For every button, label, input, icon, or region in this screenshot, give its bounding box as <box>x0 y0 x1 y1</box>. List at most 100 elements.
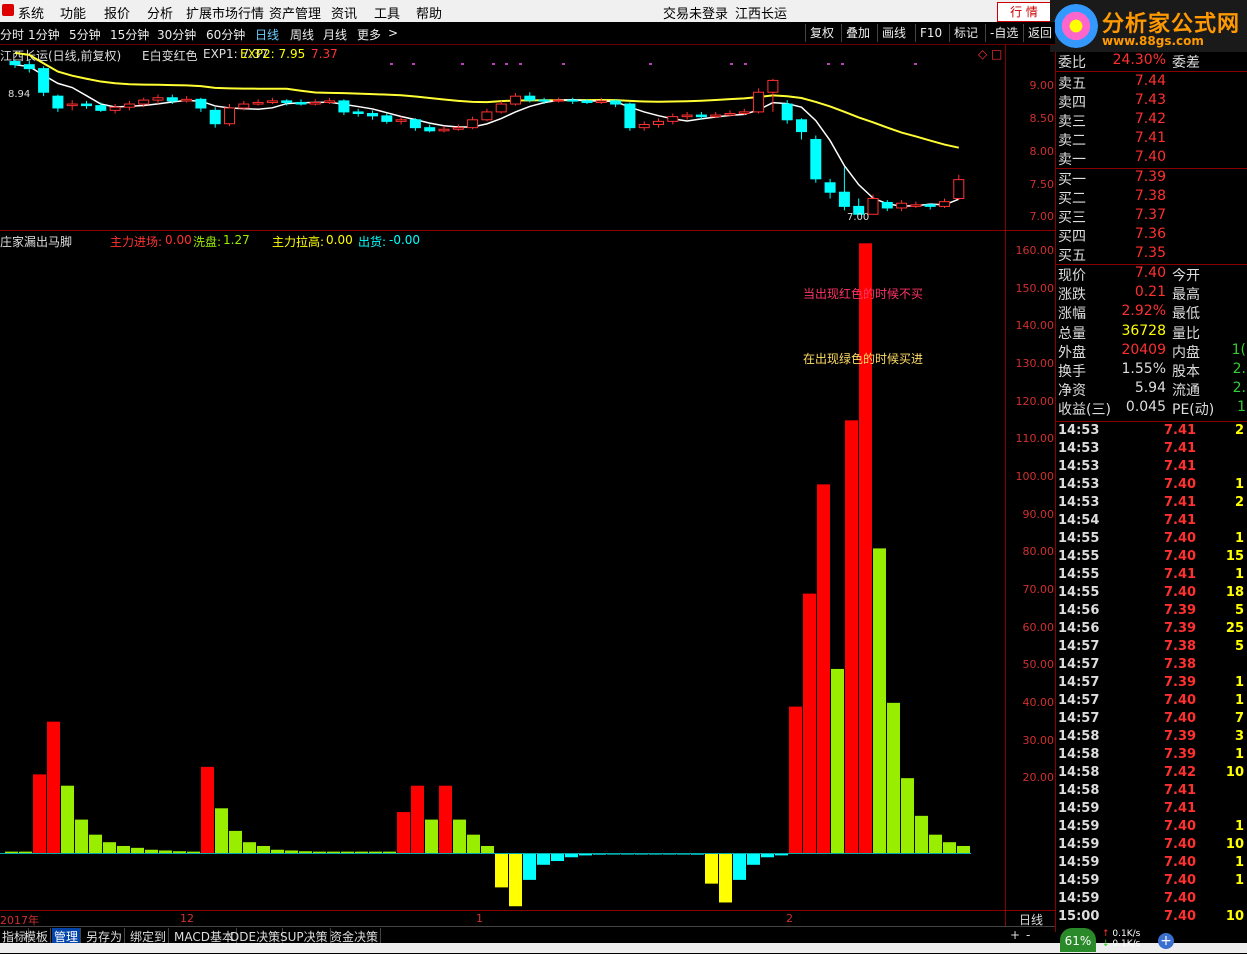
price-chart-panel[interactable]: 江西长运(日线,前复权) E白变红色 EXP1: 7.37 EXP2: 7.95… <box>0 45 1005 230</box>
watchlist-button[interactable]: -自选 <box>985 24 1022 42</box>
tick-time: 14:58 <box>1058 747 1100 762</box>
menu-analysis[interactable]: 分析 <box>147 3 173 22</box>
bid-row: 买四 7.36 <box>1058 226 1246 245</box>
indicator-bar-wash <box>75 819 88 854</box>
candle-up <box>867 198 879 215</box>
tf-more[interactable]: 更多 <box>357 26 381 43</box>
bid-row: 买五 7.35 <box>1058 245 1246 264</box>
indicator-bar-main <box>397 812 410 854</box>
candle-down <box>409 119 421 129</box>
candle-down <box>95 105 107 111</box>
stat-row-value: 36728 <box>1121 322 1166 339</box>
tick-row: 14:53 7.41 <box>1058 459 1246 477</box>
tf-5min[interactable]: 5分钟 <box>69 26 101 43</box>
tick-volume: 25 <box>1225 621 1244 636</box>
tick-time: 14:59 <box>1058 837 1100 852</box>
stat-row-label: 现价 <box>1058 268 1086 284</box>
tf-monthly[interactable]: 月线 <box>323 26 347 43</box>
indicator-tick: 130.00 <box>1015 356 1055 370</box>
signal-dot <box>461 63 464 65</box>
indicator-bar-main <box>845 420 858 854</box>
tick-volume: 10 <box>1225 765 1244 780</box>
tick-price: 7.39 <box>1164 603 1197 618</box>
tick-row: 14:57 7.39 1 <box>1058 675 1246 693</box>
candle-down <box>23 64 35 70</box>
commission-ratio-row-label2: 委差 <box>1172 55 1200 71</box>
candle-up <box>181 98 193 102</box>
bid-row-value: 7.39 <box>1134 169 1166 185</box>
tf-60min[interactable]: 60分钟 <box>206 26 245 43</box>
candle-up <box>138 99 150 105</box>
indicator-bar-wash <box>831 668 844 854</box>
commission-ratio-row: 委比 24.30% 委差 <box>1058 52 1246 71</box>
date-label: 1 <box>476 912 483 925</box>
stat-row-label2: 今开 <box>1172 268 1200 284</box>
ask-row: 卖五 7.44 <box>1058 73 1246 92</box>
stat-row-value: 1.55% <box>1121 361 1166 377</box>
tick-time: 14:53 <box>1058 459 1100 474</box>
indicator-tick: 30.00 <box>1022 733 1055 747</box>
chevron-right-icon[interactable]: > <box>388 26 398 40</box>
quote-mode-button[interactable]: 行 情 <box>997 2 1051 22</box>
indicator-bar-main <box>817 484 830 854</box>
menu-system[interactable]: 系统 <box>18 3 44 22</box>
menu-asset-management[interactable]: 资产管理 <box>269 3 321 22</box>
candle-up <box>438 128 450 132</box>
indicator-bar-wash <box>481 845 494 854</box>
ask-row-value: 7.44 <box>1134 73 1166 89</box>
indicator-chart-panel[interactable]: 庄家漏出马脚 主力进场: 0.00 洗盘: 1.27 主力拉高: 0.00 出货… <box>0 232 1005 910</box>
add-circle-icon[interactable]: + <box>1158 933 1174 949</box>
tick-time: 14:55 <box>1058 585 1100 600</box>
adjust-price-button[interactable]: 复权 <box>805 24 838 42</box>
tick-price: 7.40 <box>1164 549 1197 564</box>
mark-button[interactable]: 标记 <box>949 24 982 42</box>
tf-weekly[interactable]: 周线 <box>290 26 314 43</box>
candle-down <box>338 100 350 113</box>
tf-daily[interactable]: 日线 <box>255 26 279 43</box>
draw-line-button[interactable]: 画线 <box>877 24 910 42</box>
indicator-bar-out <box>747 853 760 865</box>
tick-row: 14:58 7.39 1 <box>1058 747 1246 765</box>
indicator-bar-main <box>47 721 60 854</box>
candle-up <box>595 100 607 103</box>
tf-30min[interactable]: 30分钟 <box>157 26 196 43</box>
stat-row-label: 涨跌 <box>1058 287 1086 304</box>
signal-dot <box>519 63 522 65</box>
download-arrow-icon: ↓ <box>1102 939 1110 949</box>
tick-row: 14:53 7.41 2 <box>1058 423 1246 441</box>
date-label: 2 <box>786 912 793 925</box>
tf-15min[interactable]: 15分钟 <box>110 26 149 43</box>
tf-intraday[interactable]: 分时 <box>0 26 24 43</box>
tick-row: 14:55 7.41 1 <box>1058 567 1246 585</box>
indicator-bar-pull <box>705 853 718 884</box>
menu-news[interactable]: 资讯 <box>331 3 357 22</box>
f10-button[interactable]: F10 <box>915 24 946 42</box>
candle-down <box>881 201 893 209</box>
timeframe-toolbar: 分时 1分钟 5分钟 15分钟 30分钟 60分钟 日线 周线 月线 更多 > … <box>0 22 1055 45</box>
menu-function[interactable]: 功能 <box>60 3 86 22</box>
ask-row: 卖三 7.42 <box>1058 111 1246 130</box>
tick-time: 14:53 <box>1058 423 1100 438</box>
tick-row: 14:53 7.40 1 <box>1058 477 1246 495</box>
candle-up <box>152 97 164 101</box>
back-button[interactable]: 返回 <box>1023 24 1056 42</box>
signal-dot <box>841 63 844 65</box>
menu-tools[interactable]: 工具 <box>374 3 400 22</box>
overlay-button[interactable]: 叠加 <box>841 24 874 42</box>
zoom-out-button[interactable]: - <box>1024 928 1032 942</box>
menu-help[interactable]: 帮助 <box>416 3 442 22</box>
tick-price: 7.39 <box>1164 675 1197 690</box>
menu-quote[interactable]: 报价 <box>104 3 130 22</box>
zoom-in-button[interactable]: + <box>1008 928 1022 942</box>
menu-extended-market[interactable]: 扩展市场行情 <box>186 3 264 22</box>
indicator-tick: 120.00 <box>1015 394 1055 408</box>
tick-time: 14:56 <box>1058 621 1100 636</box>
stat-row-value2: 1( <box>1231 341 1246 358</box>
window-stock-name: 江西长运 <box>735 7 788 22</box>
trade-login-status: 交易未登录 <box>663 7 729 22</box>
candle-down <box>695 114 707 118</box>
candle-down <box>624 103 636 129</box>
tf-1min[interactable]: 1分钟 <box>28 26 60 43</box>
tick-time: 14:59 <box>1058 855 1100 870</box>
tick-row: 14:58 7.41 <box>1058 783 1246 801</box>
